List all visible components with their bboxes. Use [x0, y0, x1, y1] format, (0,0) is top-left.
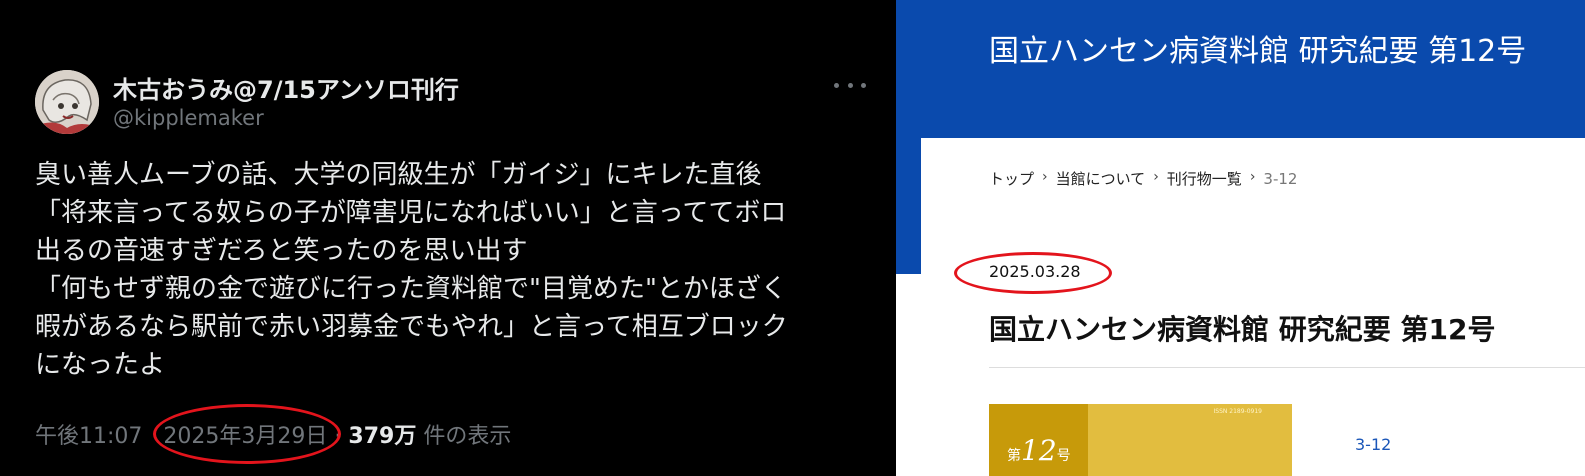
view-count-label: 件の表示	[423, 424, 512, 449]
cover-issue-number: 第12号	[1007, 434, 1071, 467]
user-handle[interactable]: @kipplemaker	[113, 106, 264, 130]
tweet-text-line: 暇があるなら駅前で赤い羽募金でもやれ」と言って相互ブロック	[35, 312, 788, 342]
more-dot	[834, 82, 839, 88]
avatar[interactable]	[35, 70, 99, 134]
more-horizontal-icon[interactable]	[832, 74, 868, 96]
view-count[interactable]: 379万	[348, 424, 416, 449]
cover-issue-prefix: 第	[1007, 448, 1021, 464]
cover-issue-suffix: 号	[1056, 448, 1071, 464]
breadcrumb: トップ › 当館について › 刊行物一覧 › 3-12	[989, 168, 1297, 189]
tweet-card: 木古おうみ@7/15アンソロ刊行 @kipplemaker 臭い善人ムーブの話、…	[0, 0, 896, 476]
tweet-meta: 午後11:07 2025年3月29日 · 379万 件の表示	[35, 418, 511, 450]
divider	[989, 367, 1585, 368]
cover-issn: ISSN 2189-0919	[1213, 408, 1263, 415]
tweet-text-line: 「将来言ってる奴らの子が障害児になればいい」と言っててボロ	[35, 198, 787, 228]
publication-link[interactable]: 3-12	[1355, 435, 1391, 454]
page-title: 国立ハンセン病資料館 研究紀要 第12号	[989, 313, 1496, 346]
breadcrumb-publications[interactable]: 刊行物一覧	[1167, 168, 1242, 189]
meta-separator: ·	[334, 424, 342, 449]
display-name[interactable]: 木古おうみ@7/15アンソロ刊行	[113, 70, 459, 105]
breadcrumb-separator: ›	[1042, 168, 1048, 185]
cover-issue-value: 12	[1021, 434, 1057, 467]
more-dot	[861, 82, 866, 88]
tweet-date[interactable]: 2025年3月29日	[163, 424, 327, 449]
tweet-text: 臭い善人ムーブの話、大学の同級生が「ガイジ」にキレた直後 「将来言ってる奴らの子…	[35, 156, 875, 384]
tweet-text-line: 臭い善人ムーブの話、大学の同級生が「ガイジ」にキレた直後	[35, 160, 762, 190]
content-panel: トップ › 当館について › 刊行物一覧 › 3-12 2025.03.28 国…	[921, 138, 1585, 476]
breadcrumb-separator: ›	[1153, 168, 1159, 185]
breadcrumb-current: 3-12	[1263, 169, 1298, 188]
breadcrumb-top[interactable]: トップ	[989, 168, 1034, 189]
publication-cover[interactable]: ISSN 2189-0919 第12号	[989, 404, 1292, 476]
tweet-text-line: 出るの音速すぎだろと笑ったのを思い出す	[35, 236, 528, 266]
publish-date: 2025.03.28	[989, 262, 1081, 281]
tweet-text-line: 「何もせず親の金で遊びに行った資料館で"目覚めた"とかほざく	[35, 274, 787, 304]
banner-title: 国立ハンセン病資料館 研究紀要 第12号	[989, 34, 1527, 69]
avatar-illustration	[35, 70, 99, 134]
tweet-text-line: になったよ	[35, 350, 166, 380]
more-dot	[847, 82, 853, 88]
tweet-time[interactable]: 午後11:07	[35, 424, 142, 449]
museum-page: 国立ハンセン病資料館 研究紀要 第12号 トップ › 当館について › 刊行物一…	[896, 0, 1585, 476]
breadcrumb-separator: ›	[1249, 168, 1256, 185]
breadcrumb-about[interactable]: 当館について	[1056, 168, 1146, 189]
